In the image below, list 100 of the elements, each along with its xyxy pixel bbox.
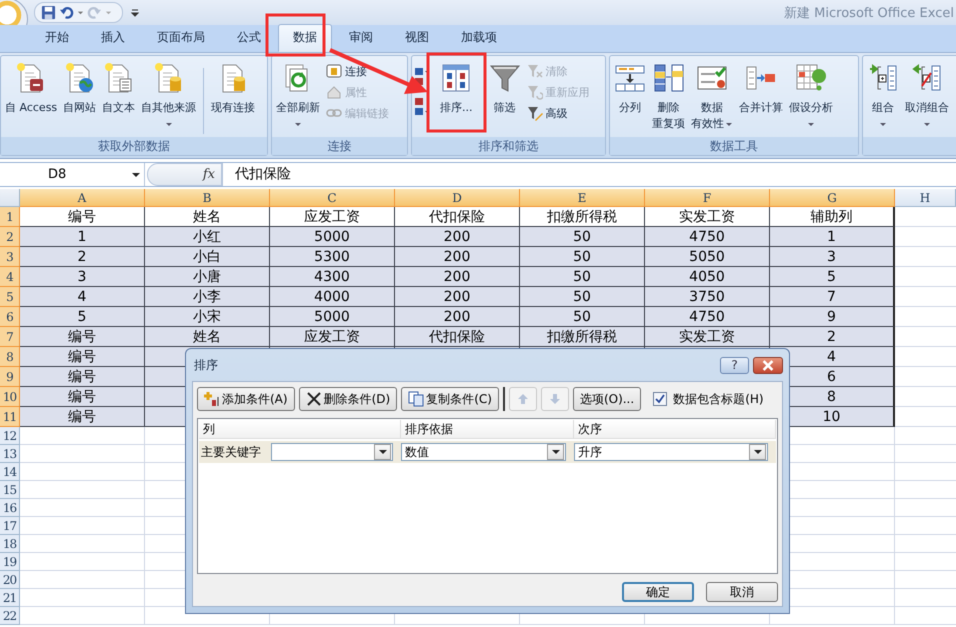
column-header[interactable]: A xyxy=(20,189,145,207)
ribbon-tab[interactable]: 页面布局 xyxy=(142,24,220,52)
toolbar-button[interactable]: 复制条件(C) xyxy=(401,387,499,411)
row-header[interactable]: 16 xyxy=(0,499,20,517)
help-button[interactable]: ? xyxy=(720,356,749,374)
row-header[interactable]: 14 xyxy=(0,463,20,481)
group-label: 数据工具 xyxy=(610,137,858,155)
ribbon-button[interactable]: 取消组合 xyxy=(903,60,951,130)
ribbon-button[interactable]: 排序... xyxy=(438,60,474,118)
row-header[interactable]: 20 xyxy=(0,571,20,589)
ribbon-tab[interactable]: 审阅 xyxy=(334,24,388,52)
row-header[interactable]: 19 xyxy=(0,553,20,571)
customize-icon[interactable] xyxy=(131,8,139,18)
dialog-title: 排序 xyxy=(193,356,219,374)
row-header[interactable]: 2 xyxy=(0,227,20,247)
table-cell: 5000 xyxy=(270,227,395,247)
caret-icon[interactable] xyxy=(105,9,112,16)
row-header[interactable]: 18 xyxy=(0,535,20,553)
column-dropdown[interactable] xyxy=(271,443,393,461)
undo-icon[interactable] xyxy=(59,5,74,20)
column-header[interactable]: F xyxy=(645,189,770,207)
table-cell: 编号 xyxy=(20,347,145,367)
column-header[interactable]: C xyxy=(270,189,395,207)
row-header[interactable]: 22 xyxy=(0,607,20,625)
checkbox[interactable] xyxy=(653,392,668,406)
ribbon-button[interactable]: 自 Access xyxy=(3,60,60,118)
table-cell: 编号 xyxy=(20,407,145,427)
table-cell: 编号 xyxy=(20,387,145,407)
column-header[interactable]: D xyxy=(395,189,520,207)
toolbar-button[interactable]: 删除条件(D) xyxy=(298,387,398,411)
row-header[interactable]: 21 xyxy=(0,589,20,607)
ribbon-button[interactable]: 自文本 xyxy=(100,60,138,118)
close-button[interactable] xyxy=(753,356,783,374)
ribbon-tab[interactable]: 视图 xyxy=(390,24,444,52)
row-header[interactable]: 15 xyxy=(0,481,20,499)
column-header[interactable]: H xyxy=(895,189,956,207)
ribbon-tab[interactable]: 开始 xyxy=(30,24,84,52)
ribbon-button[interactable]: 高级 xyxy=(524,104,592,122)
table-cell: 小唐 xyxy=(145,267,270,287)
table-cell: 5 xyxy=(770,267,895,287)
row-header[interactable]: 11 xyxy=(0,407,20,427)
ribbon-button[interactable]: 连接 xyxy=(324,62,391,80)
table-cell: 4050 xyxy=(645,267,770,287)
toolbar-button[interactable]: 添加条件(A) xyxy=(197,387,295,411)
save-icon[interactable] xyxy=(41,5,56,20)
column-header[interactable]: B xyxy=(145,189,270,207)
row-header[interactable]: 6 xyxy=(0,307,20,327)
ribbon-tab[interactable]: 插入 xyxy=(86,24,140,52)
table-cell: 200 xyxy=(395,227,520,247)
row-header[interactable]: 10 xyxy=(0,387,20,407)
row-header[interactable]: 1 xyxy=(0,207,20,227)
table-cell: 50 xyxy=(520,227,645,247)
sort-on-dropdown[interactable]: 数值 xyxy=(401,443,566,461)
row-header[interactable]: 17 xyxy=(0,517,20,535)
dialog-button[interactable]: 取消 xyxy=(706,582,778,602)
ribbon-button[interactable]: 自网站 xyxy=(61,60,98,118)
row-header[interactable]: 5 xyxy=(0,287,20,307)
row-header[interactable]: 8 xyxy=(0,347,20,367)
row-header[interactable]: 9 xyxy=(0,367,20,387)
table-cell: 4750 xyxy=(645,227,770,247)
ribbon-button[interactable]: 组合 xyxy=(865,60,901,130)
row-header[interactable]: 4 xyxy=(0,267,20,287)
column-header[interactable]: E xyxy=(520,189,645,207)
row-header[interactable]: 13 xyxy=(0,445,20,463)
ribbon-button[interactable]: 自其他来源 xyxy=(139,60,198,130)
table-cell: 50 xyxy=(520,247,645,267)
table-cell: 50 xyxy=(520,287,645,307)
row-header[interactable]: 3 xyxy=(0,247,20,267)
ribbon-button[interactable]: 现有连接 xyxy=(209,60,258,118)
row-header[interactable]: 12 xyxy=(0,427,20,445)
caret-icon[interactable] xyxy=(77,9,84,16)
group-label: 排序和筛选 xyxy=(412,137,605,155)
ribbon-button[interactable]: 假设分析 xyxy=(787,60,835,130)
delete-icon xyxy=(306,391,322,407)
ribbon-button[interactable]: 分列 xyxy=(612,60,648,118)
toolbar-button[interactable]: 选项(O)... xyxy=(572,387,642,411)
insert-function-button[interactable]: fx xyxy=(202,167,221,182)
table-cell: 3 xyxy=(20,267,145,287)
order-dropdown[interactable]: 升序 xyxy=(574,443,768,461)
ribbon-tab[interactable]: 数据 xyxy=(278,24,332,52)
ribbon-button[interactable]: 筛选 xyxy=(486,60,522,118)
ribbon-button[interactable]: 删除 重复项 xyxy=(650,60,687,134)
table-cell: 编号 xyxy=(20,327,145,347)
level-label: 主要关键字 xyxy=(200,444,262,460)
row-header[interactable]: 7 xyxy=(0,327,20,347)
ribbon-button[interactable]: 数据 有效性 xyxy=(689,60,735,134)
ribbon-tab[interactable]: 公式 xyxy=(222,24,276,52)
ribbon-button[interactable]: 合并计算 xyxy=(737,60,785,118)
ribbon-button[interactable]: 全部刷新 xyxy=(274,60,322,130)
table-cell: 50 xyxy=(520,267,645,287)
copy-icon xyxy=(408,391,424,407)
table-cell: 3 xyxy=(770,247,895,267)
formula-field[interactable]: 代扣保险 xyxy=(222,163,956,186)
table-cell: 7 xyxy=(770,287,895,307)
table-cell: 9 xyxy=(770,307,895,327)
table-cell: 5050 xyxy=(645,247,770,267)
dialog-button[interactable]: 确定 xyxy=(622,582,694,602)
name-box[interactable]: D8 xyxy=(0,163,145,186)
ribbon-tab[interactable]: 加载项 xyxy=(446,24,512,52)
column-header[interactable]: G xyxy=(770,189,895,207)
